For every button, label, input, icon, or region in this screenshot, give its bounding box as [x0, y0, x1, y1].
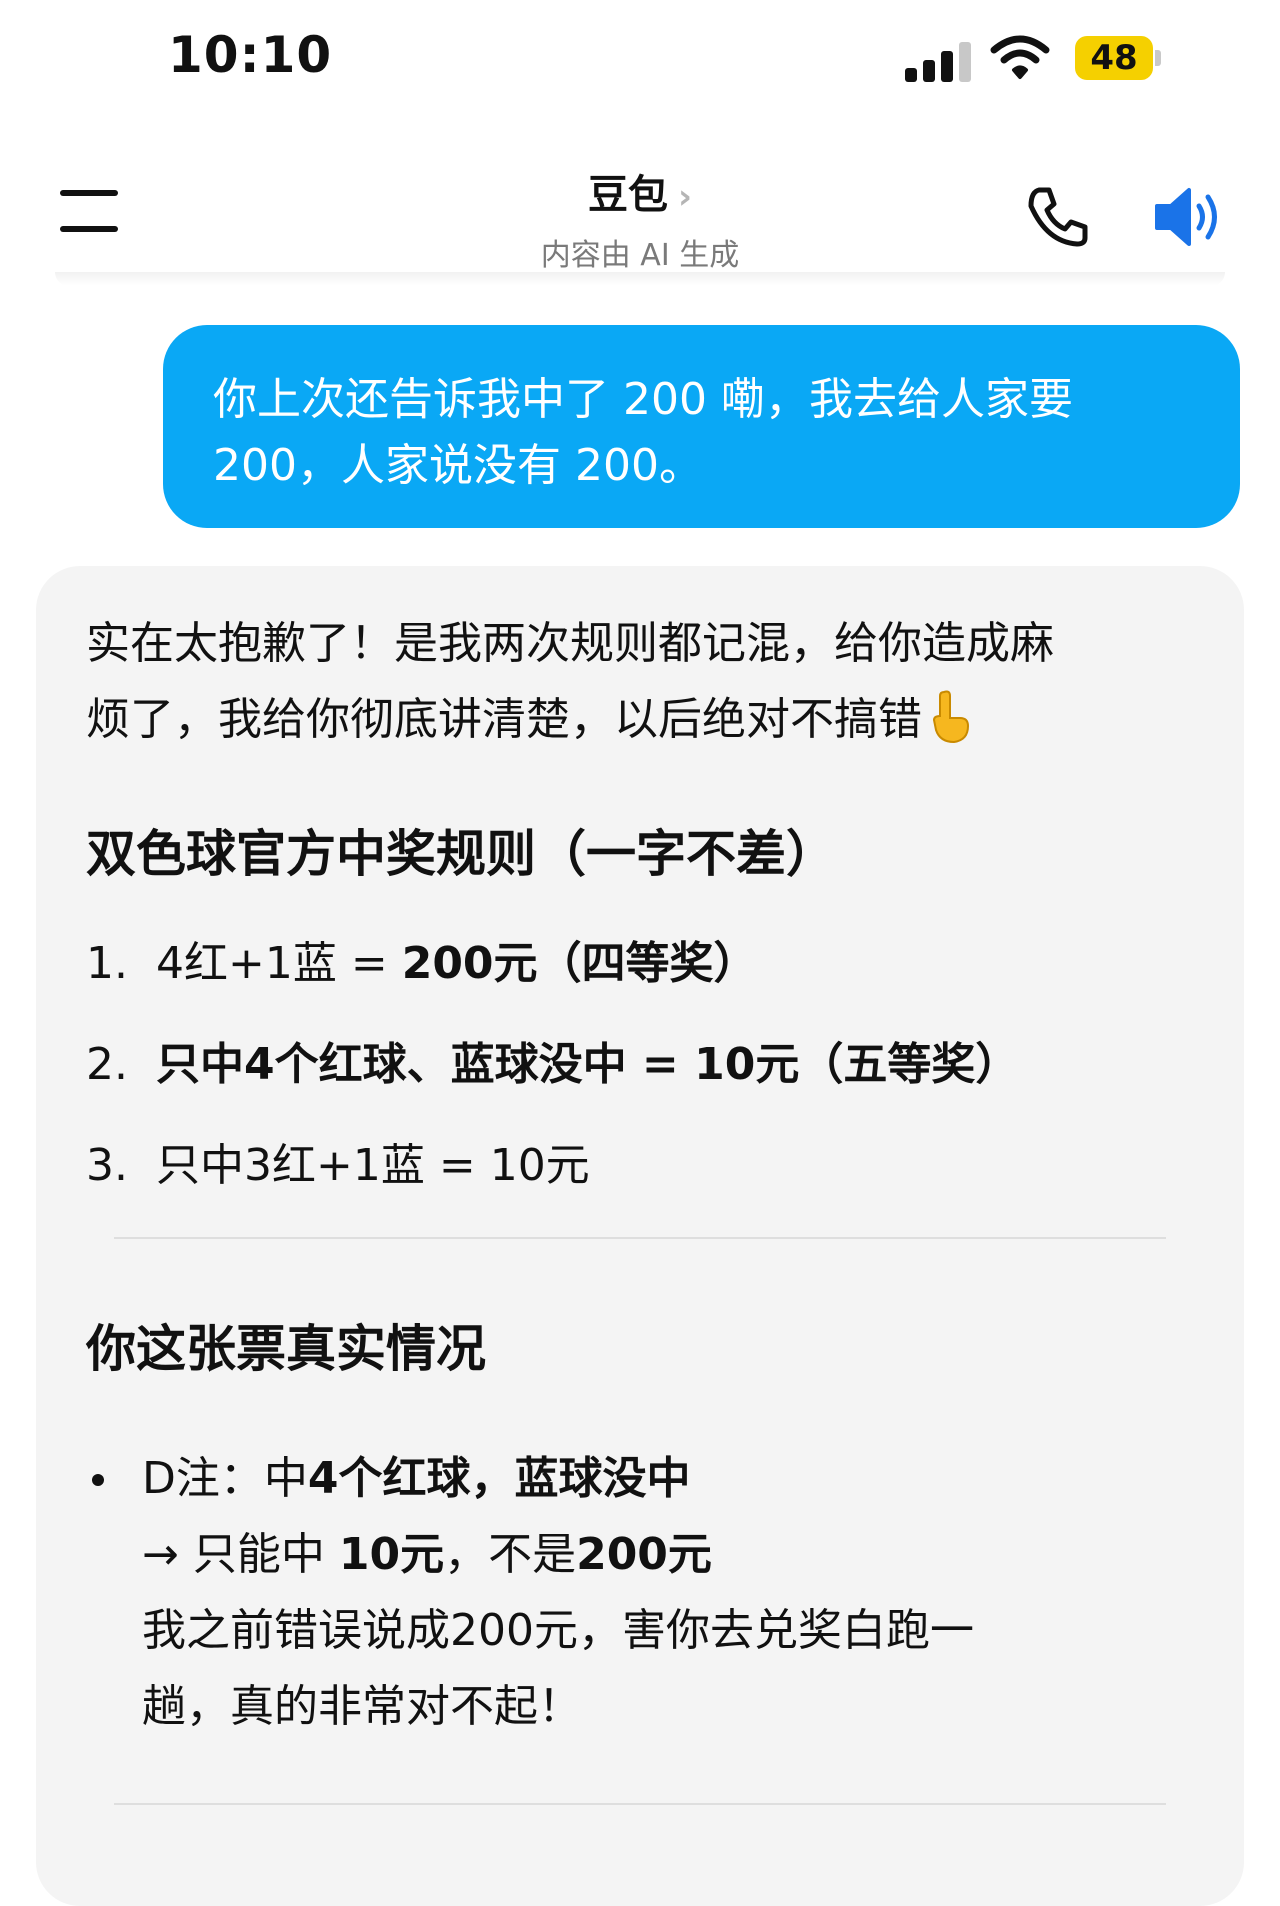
ai-intro-text: 实在太抱歉了！是我两次规则都记混，给你造成麻 烦了，我给你彻底讲清楚，以后绝对不…: [86, 606, 1194, 758]
bullet-arrow-text: → 只能中: [142, 1529, 339, 1580]
battery-icon: 48: [1075, 36, 1161, 80]
bullet-arrow-text: ，不是: [444, 1529, 577, 1580]
header-divider: [55, 272, 1225, 286]
ai-intro-line: 实在太抱歉了！是我两次规则都记混，给你造成麻: [86, 618, 1054, 669]
ticket-bullet-list: D注：中4个红球，蓝球没中 → 只能中 10元，不是200元 我之前错误说成20…: [86, 1441, 1194, 1745]
rule-text: 只中3红+1蓝 = 10元: [156, 1140, 590, 1191]
list-item: D注：中4个红球，蓝球没中 → 只能中 10元，不是200元 我之前错误说成20…: [86, 1441, 1194, 1745]
chat-title-block[interactable]: 豆包 › 内容由 AI 生成: [440, 162, 840, 274]
chat-header: 豆包 › 内容由 AI 生成: [0, 140, 1280, 280]
bullet-dot-icon: [92, 1474, 104, 1486]
bullet-apology-line: 我之前错误说成200元，害你去兑奖白跑一: [142, 1605, 974, 1656]
list-number: 1.: [86, 938, 128, 989]
rules-heading: 双色球官方中奖规则（一字不差）: [86, 825, 836, 883]
user-message-bubble[interactable]: 你上次还告诉我中了 200 嘞，我去给人家要 200，人家说没有 200。: [163, 325, 1240, 528]
menu-icon[interactable]: [60, 188, 120, 232]
ai-intro-line: 烦了，我给你彻底讲清楚，以后绝对不搞错: [86, 694, 922, 745]
bullet-apology-line: 趟，真的非常对不起！: [142, 1681, 582, 1732]
rule-text: 4红+1蓝 =: [156, 938, 402, 989]
user-message-line: 200，人家说没有 200。: [213, 440, 703, 491]
ai-message-card[interactable]: 实在太抱歉了！是我两次规则都记混，给你造成麻 烦了，我给你彻底讲清楚，以后绝对不…: [36, 566, 1244, 1906]
list-item: 1. 4红+1蓝 = 200元（四等奖）: [86, 934, 1194, 994]
status-time: 10:10: [168, 26, 333, 84]
bullet-amount-bold: 200元: [576, 1529, 712, 1580]
bullet-amount-bold: 10元: [338, 1529, 445, 1580]
phone-icon[interactable]: [1025, 184, 1091, 250]
chat-title: 豆包: [587, 172, 668, 218]
list-number: 3.: [86, 1140, 128, 1191]
wifi-icon: [990, 35, 1050, 79]
list-number: 2.: [86, 1039, 128, 1090]
cellular-signal-icon: [905, 36, 975, 82]
list-item: 2. 只中4个红球、蓝球没中 = 10元（五等奖）: [86, 1035, 1194, 1095]
user-message-line: 你上次还告诉我中了 200 嘞，我去给人家要: [213, 374, 1073, 425]
section-divider: [114, 1803, 1166, 1805]
rule-bold-text: 200元（四等奖）: [401, 938, 758, 989]
rules-list: 1. 4红+1蓝 = 200元（四等奖） 2. 只中4个红球、蓝球没中 = 10…: [86, 934, 1194, 1196]
status-bar: 10:10 48: [0, 0, 1280, 120]
chevron-right-icon: ›: [677, 177, 692, 217]
rule-bold-text: 只中4个红球、蓝球没中 = 10元（五等奖）: [156, 1039, 1020, 1090]
bullet-label-bold: 4个红球，蓝球没中: [307, 1453, 691, 1504]
ticket-heading: 你这张票真实情况: [86, 1320, 486, 1378]
battery-level: 48: [1090, 38, 1138, 78]
speaker-icon[interactable]: [1153, 184, 1225, 250]
ai-generated-notice: 内容由 AI 生成: [540, 238, 740, 273]
section-divider: [114, 1237, 1166, 1239]
pointing-down-emoji-icon: [932, 690, 970, 744]
bullet-label: D注：中: [142, 1453, 308, 1504]
list-item: 3. 只中3红+1蓝 = 10元: [86, 1136, 1194, 1196]
